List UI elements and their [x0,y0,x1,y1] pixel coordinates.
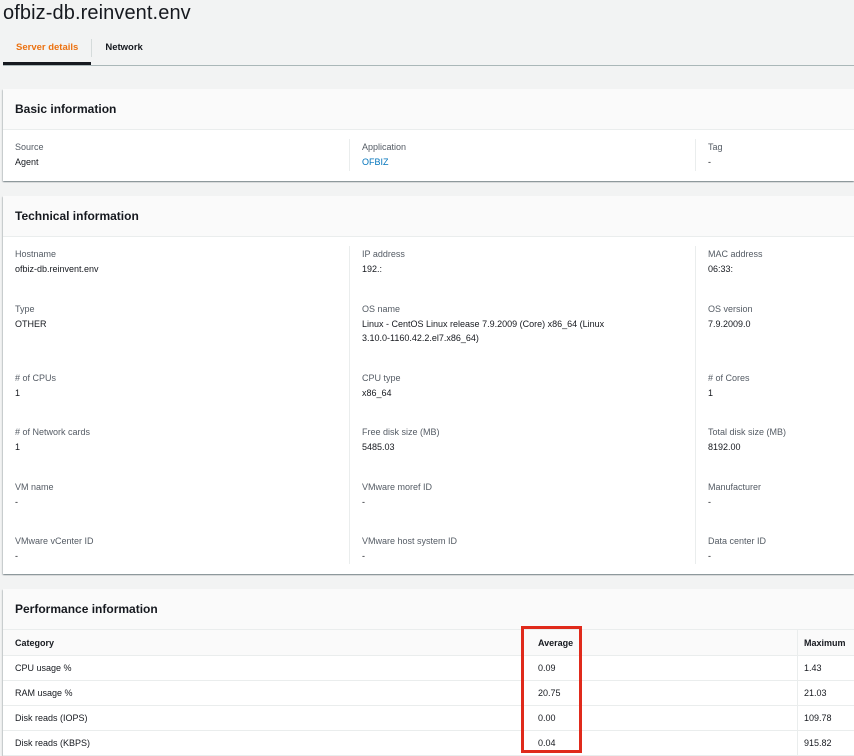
field-value: Agent [15,157,39,167]
field-label: Application [362,142,407,152]
tab-network[interactable]: Network [92,30,155,64]
cell-maximum: 1.43 [804,662,822,673]
field-os-name: OS name Linux - CentOS Linux release 7.9… [362,303,622,345]
field-value: 1 [15,388,21,398]
basic-information-header: Basic information [3,89,854,130]
field-value: x86_64 [362,388,392,398]
field-cpus: # of CPUs 1 [15,372,56,400]
column-header-maximum[interactable]: Maximum [804,630,846,655]
field-cores: # of Cores 1 [708,372,750,400]
page-title: ofbiz-db.reinvent.env [3,2,191,24]
field-label: Data center ID [708,536,767,546]
performance-information-panel: Performance information Category Average… [3,589,854,756]
field-label: VMware moref ID [362,482,433,492]
field-label: OS name [362,304,401,314]
field-value: Linux - CentOS Linux release 7.9.2009 (C… [362,319,605,343]
tab-server-details[interactable]: Server details [3,30,92,65]
field-label: # of CPUs [15,373,57,383]
table-row: CPU usage % 0.09 1.43 [3,655,854,681]
field-value: ofbiz-db.reinvent.env [15,264,99,274]
cell-maximum: 21.03 [804,687,827,698]
cell-category: Disk reads (IOPS) [15,712,88,723]
column-header-average[interactable]: Average [538,630,573,655]
field-free-disk-size: Free disk size (MB) 5485.03 [362,426,440,454]
technical-information-header: Technical information [3,196,854,237]
field-label: OS version [708,304,753,314]
table-row: Disk reads (KBPS) 0.04 915.82 [3,730,854,756]
table-row: Disk reads (IOPS) 0.00 109.78 [3,705,854,731]
table-header-row: Category Average Maximum [3,630,854,656]
field-application: Application OFBIZ [362,141,406,169]
field-value: - [708,157,711,167]
column-divider [349,246,350,564]
field-label: VM name [15,482,54,492]
field-value: 192.: [362,264,383,274]
field-label: Source [15,142,44,152]
field-value: 8192.00 [708,442,741,452]
field-label: MAC address [708,249,763,259]
cell-average: 0.00 [538,712,556,723]
field-value: - [15,551,18,561]
field-tag: Tag - [708,141,723,169]
column-header-category[interactable]: Category [15,630,54,655]
cell-category: CPU usage % [15,662,72,673]
cell-category: RAM usage % [15,687,73,698]
field-value: OTHER [15,319,47,329]
cell-average: 0.09 [538,662,556,673]
tab-bar: Server details Network [3,30,854,66]
technical-information-panel: Technical information Hostname ofbiz-db.… [3,196,854,574]
field-label: CPU type [362,373,401,383]
field-value: 1 [15,442,21,452]
field-label: Manufacturer [708,482,762,492]
field-label: VMware vCenter ID [15,536,94,546]
field-value: - [708,551,711,561]
cell-maximum: 109.78 [804,712,832,723]
cell-average: 20.75 [538,687,561,698]
field-value: - [708,497,711,507]
field-label: Type [15,304,35,314]
field-data-center-id: Data center ID - [708,535,766,563]
field-ip-address: IP address 192.: [362,248,405,276]
field-label: # of Cores [708,373,750,383]
field-value: 7.9.2009.0 [708,319,751,329]
column-divider [695,139,696,171]
field-value: - [362,551,365,561]
field-vmware-moref-id: VMware moref ID - [362,481,432,509]
field-mac-address: MAC address 06:33: [708,248,763,276]
column-divider [695,246,696,564]
basic-information-panel: Basic information Source Agent Applicati… [3,89,854,181]
field-value: 5485.03 [362,442,395,452]
field-value: - [362,497,365,507]
cell-category: Disk reads (KBPS) [15,737,91,748]
field-label: IP address [362,249,405,259]
field-os-version: OS version 7.9.2009.0 [708,303,753,331]
column-divider [349,139,350,171]
field-network-cards: # of Network cards 1 [15,426,90,454]
field-value: 06:33: [708,264,734,274]
field-label: # of Network cards [15,427,91,437]
application-link[interactable]: OFBIZ [362,155,406,169]
performance-information-header: Performance information [3,589,854,630]
cell-average: 0.04 [538,737,556,748]
field-value: - [15,497,18,507]
field-vmware-vcenter-id: VMware vCenter ID - [15,535,94,563]
field-label: VMware host system ID [362,536,458,546]
table-row: RAM usage % 20.75 21.03 [3,680,854,706]
field-manufacturer: Manufacturer - [708,481,761,509]
field-label: Tag [708,142,723,152]
field-hostname: Hostname ofbiz-db.reinvent.env [15,248,99,276]
field-label: Total disk size (MB) [708,427,787,437]
field-total-disk-size: Total disk size (MB) 8192.00 [708,426,786,454]
field-label: Free disk size (MB) [362,427,440,437]
field-vm-name: VM name - [15,481,54,509]
field-source: Source Agent [15,141,44,169]
field-cpu-type: CPU type x86_64 [362,372,401,400]
cell-maximum: 915.82 [804,737,832,748]
field-vmware-host-system-id: VMware host system ID - [362,535,457,563]
field-label: Hostname [15,249,57,259]
field-type: Type OTHER [15,303,47,331]
field-value: 1 [708,388,714,398]
